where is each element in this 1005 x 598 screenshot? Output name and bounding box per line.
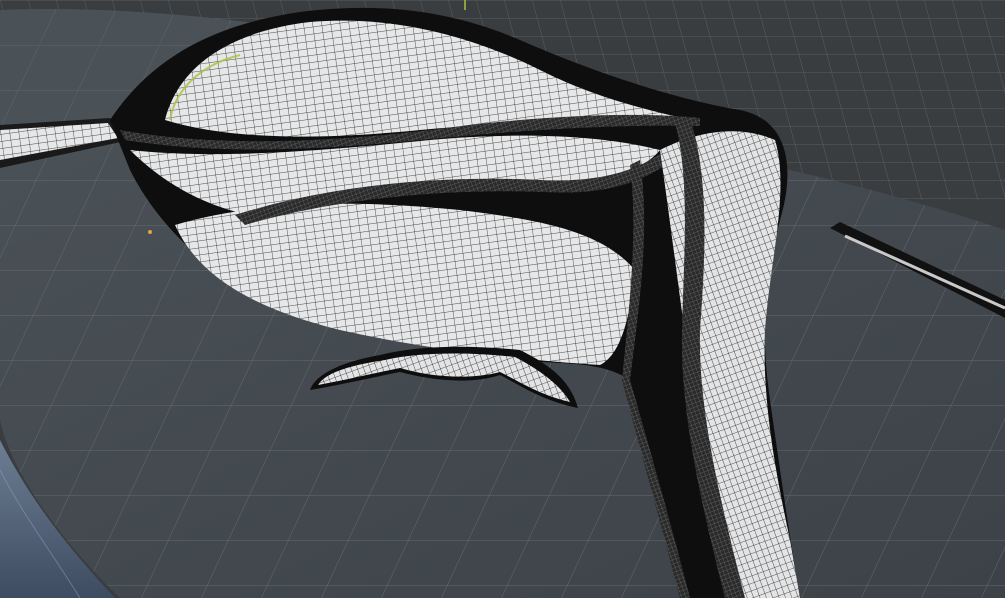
3d-viewport[interactable] [0, 0, 1005, 598]
origin-marker [148, 230, 152, 234]
